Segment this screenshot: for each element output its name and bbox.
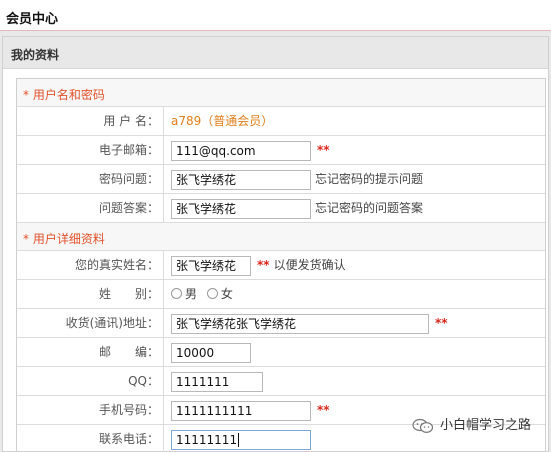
qq-label: QQ：	[17, 367, 164, 395]
realname-input[interactable]: 张飞学绣花	[171, 255, 251, 276]
watermark: 小白帽学习之路	[412, 414, 531, 438]
username-value: a789（普通会员）	[171, 114, 274, 128]
realname-required-mark: **	[257, 258, 270, 272]
top-bar: 会员中心	[0, 0, 551, 31]
row-question: 密码问题： 张飞学绣花 忘记密码的提示问题	[17, 165, 545, 194]
gender-female-label: 女	[220, 287, 233, 301]
wechat-icon	[412, 418, 434, 434]
question-label: 密码问题：	[17, 165, 164, 193]
address-input[interactable]: 张飞学绣花张飞学绣花	[171, 313, 429, 334]
zipcode-input[interactable]: 10000	[171, 342, 251, 363]
row-qq: QQ： 1111111	[17, 367, 545, 396]
mobile-input[interactable]: 1111111111	[171, 400, 311, 421]
question-input[interactable]: 张飞学绣花	[171, 169, 311, 190]
section-account: * 用户名和密码	[17, 79, 545, 107]
address-required-mark: **	[435, 316, 448, 330]
header-title: 会员中心	[6, 12, 59, 27]
realname-hint: 以便发货确认	[273, 258, 346, 272]
row-gender: 姓 别： 男 女	[17, 280, 545, 309]
answer-input[interactable]: 张飞学绣花	[171, 198, 311, 219]
panel-header: 我的资料	[3, 37, 548, 69]
panel-title: 我的资料	[11, 48, 60, 62]
section-detail: * 用户详细资料	[17, 223, 545, 251]
email-input[interactable]: 111@qq.com	[171, 140, 311, 161]
section-account-title: * 用户名和密码	[23, 88, 105, 102]
email-label: 电子邮箱：	[17, 136, 164, 164]
gender-male-radio[interactable]	[171, 288, 182, 299]
row-address: 收货(通讯)地址： 张飞学绣花张飞学绣花 **	[17, 309, 545, 338]
row-email: 电子邮箱： 111@qq.com **	[17, 136, 545, 165]
gender-label: 姓 别：	[17, 280, 164, 308]
mobile-label: 手机号码：	[17, 396, 164, 424]
gender-female-radio[interactable]	[206, 288, 218, 299]
question-hint: 忘记密码的提示问题	[315, 172, 424, 186]
profile-form: * 用户名和密码 用 户 名： a789（普通会员） 电子邮箱： 111@qq.…	[16, 78, 546, 452]
row-username: 用 户 名： a789（普通会员）	[17, 107, 545, 136]
phone-value: 11111111	[176, 432, 238, 447]
row-realname: 您的真实姓名： 张飞学绣花 ** 以便发货确认	[17, 251, 545, 280]
email-required-mark: **	[317, 143, 330, 157]
username-label: 用 户 名：	[17, 107, 164, 135]
qq-input[interactable]: 1111111	[171, 371, 263, 392]
answer-hint: 忘记密码的问题答案	[315, 201, 424, 215]
zipcode-label: 邮 编：	[17, 338, 164, 366]
phone-label: 联系电话：	[17, 425, 164, 452]
section-detail-title: * 用户详细资料	[23, 232, 105, 246]
gender-male-label: 男	[185, 287, 198, 301]
watermark-text: 小白帽学习之路	[440, 418, 532, 433]
answer-label: 问题答案：	[17, 194, 164, 222]
realname-label: 您的真实姓名：	[17, 251, 164, 279]
row-zipcode: 邮 编： 10000	[17, 338, 545, 367]
mobile-required-mark: **	[317, 403, 330, 417]
row-answer: 问题答案： 张飞学绣花 忘记密码的问题答案	[17, 194, 545, 223]
address-label: 收货(通讯)地址：	[17, 309, 164, 337]
phone-input[interactable]: 11111111	[171, 429, 311, 450]
text-caret	[238, 433, 240, 447]
